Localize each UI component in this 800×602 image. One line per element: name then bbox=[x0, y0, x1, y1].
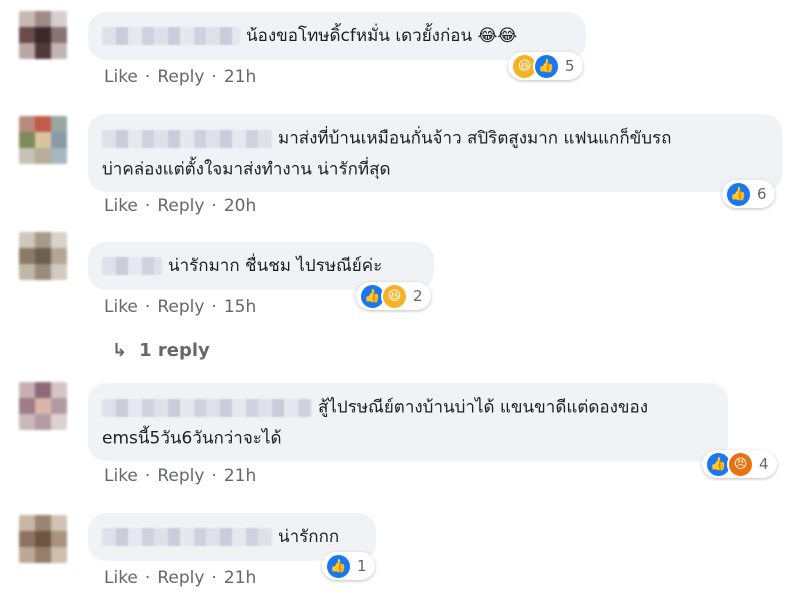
separator: · bbox=[144, 67, 151, 87]
reaction-count: 2 bbox=[413, 287, 423, 305]
comment-actions: Like · Reply · 15h bbox=[104, 297, 256, 317]
commenter-name[interactable] bbox=[102, 257, 162, 275]
reaction-summary[interactable]: 👍 6 bbox=[722, 180, 775, 208]
like-link[interactable]: Like bbox=[104, 67, 138, 87]
comment-actions: Like · Reply · 21h bbox=[104, 466, 256, 486]
view-replies-link[interactable]: ↳ 1 reply bbox=[112, 340, 210, 361]
like-link[interactable]: Like bbox=[104, 568, 138, 588]
comment-actions: Like · Reply · 21h bbox=[104, 67, 256, 87]
comment-text: มาส่งที่บ้านเหมือนกั่นจ้าว สปิริตสูงมาก … bbox=[278, 128, 672, 149]
like-link[interactable]: Like bbox=[104, 466, 138, 486]
reaction-count: 4 bbox=[759, 455, 769, 473]
commenter-name[interactable] bbox=[102, 27, 240, 45]
replies-count[interactable]: 1 reply bbox=[139, 340, 210, 361]
separator: · bbox=[211, 568, 217, 588]
comment-text: บ่าคล่องแต่ตั้งใจมาส่งทำงาน น่ารักที่สุด bbox=[102, 159, 391, 179]
reply-link[interactable]: Reply bbox=[157, 196, 204, 216]
reply-link[interactable]: Reply bbox=[157, 466, 204, 486]
avatar[interactable] bbox=[19, 382, 67, 430]
reaction-count: 1 bbox=[357, 557, 367, 575]
like-reaction-icon: 👍 bbox=[725, 180, 752, 208]
reaction-count: 6 bbox=[757, 185, 767, 203]
angry-reaction-icon: 😠 bbox=[727, 450, 754, 478]
avatar[interactable] bbox=[19, 515, 67, 563]
reaction-summary[interactable]: 👍 😠 4 bbox=[702, 450, 777, 478]
reaction-summary[interactable]: 👍 😆 2 bbox=[356, 282, 431, 310]
haha-reaction-icon: 😆 bbox=[381, 282, 408, 310]
separator: · bbox=[211, 196, 217, 216]
reaction-summary[interactable]: 😆 👍 5 bbox=[508, 52, 583, 80]
avatar[interactable] bbox=[19, 232, 67, 280]
separator: · bbox=[144, 466, 151, 486]
timestamp[interactable]: 20h bbox=[224, 196, 256, 216]
separator: · bbox=[211, 67, 217, 87]
comment-actions: Like · Reply · 21h bbox=[104, 568, 256, 588]
comment-actions: Like · Reply · 20h bbox=[104, 196, 256, 216]
timestamp[interactable]: 21h bbox=[224, 466, 256, 486]
separator: · bbox=[144, 568, 151, 588]
comment-text: emsนี้5วัน6วันกว่าจะได้ bbox=[102, 428, 282, 448]
reply-arrow-icon: ↳ bbox=[112, 340, 128, 361]
timestamp[interactable]: 15h bbox=[224, 297, 256, 317]
separator: · bbox=[211, 297, 217, 317]
separator: · bbox=[144, 196, 151, 216]
comment-text: น่ารักกก bbox=[278, 527, 340, 547]
comment-bubble: สู้ไปรษณีย์ตางบ้านบ่าได้ แขนขาดีแต่ดองขอ… bbox=[88, 383, 728, 461]
timestamp[interactable]: 21h bbox=[224, 67, 256, 87]
reply-link[interactable]: Reply bbox=[157, 67, 204, 87]
comment-text: น่ารักมาก ชื่นชม ไปรษณีย์ค่ะ bbox=[168, 256, 383, 276]
timestamp[interactable]: 21h bbox=[224, 568, 256, 588]
like-link[interactable]: Like bbox=[104, 297, 138, 317]
reply-link[interactable]: Reply bbox=[157, 297, 204, 317]
comment-text: สู้ไปรษณีย์ตางบ้านบ่าได้ แขนขาดีแต่ดองขอ… bbox=[318, 397, 649, 418]
comment-bubble: มาส่งที่บ้านเหมือนกั่นจ้าว สปิริตสูงมาก … bbox=[88, 114, 782, 192]
separator: · bbox=[211, 466, 217, 486]
like-reaction-icon: 👍 bbox=[533, 52, 560, 80]
like-reaction-icon: 👍 bbox=[325, 552, 352, 580]
avatar[interactable] bbox=[19, 116, 67, 164]
like-link[interactable]: Like bbox=[104, 196, 138, 216]
comment-bubble: น้องขอโทษดิ้cfหมั่น เดวยั้งก่อน 😂😂 bbox=[88, 12, 586, 60]
commenter-name[interactable] bbox=[102, 528, 272, 546]
commenter-name[interactable] bbox=[102, 398, 312, 417]
avatar[interactable] bbox=[19, 11, 67, 59]
reaction-summary[interactable]: 👍 1 bbox=[322, 552, 375, 580]
commenter-name[interactable] bbox=[102, 129, 272, 148]
reply-link[interactable]: Reply bbox=[157, 568, 204, 588]
separator: · bbox=[144, 297, 151, 317]
reaction-count: 5 bbox=[565, 57, 575, 75]
comment-text: น้องขอโทษดิ้cfหมั่น เดวยั้งก่อน 😂😂 bbox=[246, 26, 518, 46]
